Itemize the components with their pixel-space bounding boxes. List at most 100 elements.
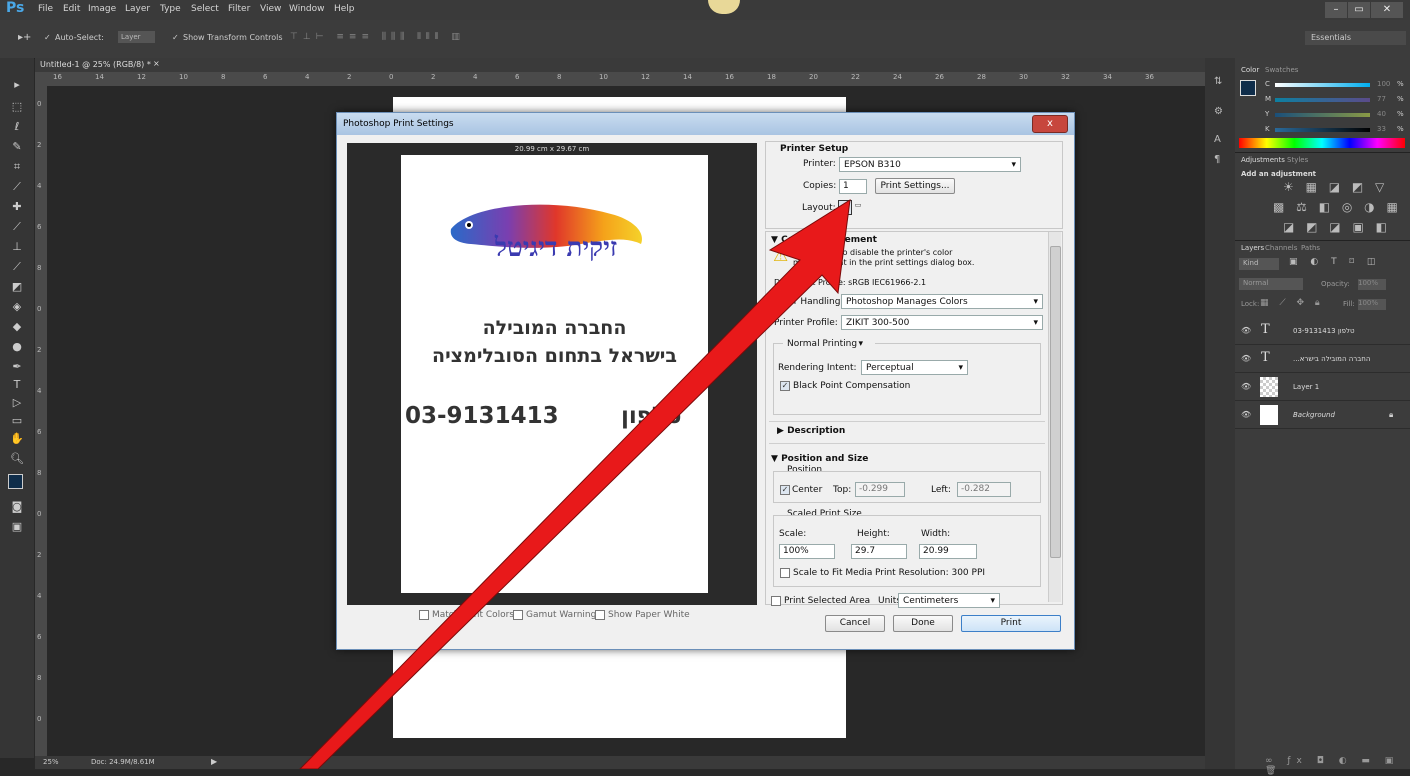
close-tab-icon[interactable]: × — [153, 59, 160, 68]
layer-row[interactable]: 👁︎ T 03-9131413 טלפון — [1235, 318, 1410, 345]
color-management-title[interactable]: ▼ Color Management — [771, 235, 877, 245]
quick-mask-icon[interactable]: ◙ — [10, 500, 24, 514]
close-window-button[interactable]: ✕ — [1371, 2, 1403, 18]
properties-panel-icon[interactable]: ⚙ — [1214, 106, 1223, 117]
layer-name[interactable]: Layer 1 — [1293, 383, 1319, 391]
eraser-tool-icon[interactable]: ◩ — [10, 280, 24, 294]
color-spectrum-ramp[interactable] — [1239, 138, 1405, 148]
auto-select-checkbox[interactable]: ✓ — [44, 33, 51, 42]
workspace-dropdown[interactable]: Essentials — [1305, 31, 1406, 45]
stamp-tool-icon[interactable]: ⊥ — [10, 240, 24, 254]
adjustment-icons-row3[interactable]: ◪ ◩ ◪ ▣ ◧ — [1283, 220, 1391, 234]
visibility-eye-icon[interactable]: 👁︎ — [1241, 326, 1251, 335]
color-c-value[interactable]: 100 — [1377, 80, 1390, 88]
top-field[interactable]: -0.299 — [855, 482, 905, 497]
layer-name[interactable]: 03-9131413 טלפון — [1293, 327, 1355, 335]
color-foreground-swatch[interactable] — [1240, 80, 1256, 96]
units-dropdown[interactable]: Centimeters ▾ — [898, 593, 1000, 608]
menu-edit[interactable]: Edit — [63, 4, 80, 14]
adjustment-icons-row1[interactable]: ☀ ▦ ◪ ◩ ▽ — [1283, 180, 1388, 194]
move-tool-icon[interactable]: ▸ — [10, 78, 24, 92]
menu-image[interactable]: Image — [88, 4, 116, 14]
history-brush-icon[interactable]: ⟋ — [10, 260, 24, 274]
menu-layer[interactable]: Layer — [125, 4, 150, 14]
blur-tool-icon[interactable]: ◆ — [10, 320, 24, 334]
align-icons[interactable]: ⊤⊥⊢ ≡≡≡ ⫼⫼⫼ ⫴⫴⫴ ▥ — [290, 32, 465, 42]
printer-profile-dropdown[interactable]: ZIKIT 300-500 ▾ — [841, 315, 1043, 330]
hand-tool-icon[interactable]: ✋ — [10, 432, 24, 446]
gradient-tool-icon[interactable]: ◈ — [10, 300, 24, 314]
opacity-field[interactable]: 100% — [1358, 279, 1386, 290]
quick-select-tool-icon[interactable]: ✎ — [10, 140, 24, 154]
print-settings-button[interactable]: Print Settings... — [875, 178, 955, 194]
tab-channels[interactable]: Channels — [1265, 244, 1297, 252]
zoom-level[interactable]: 25% — [43, 758, 59, 766]
layer-filter-icons[interactable]: ▣ ◐ T ⌑ ◫ — [1289, 257, 1380, 267]
menu-help[interactable]: Help — [334, 4, 355, 14]
layer-row[interactable]: 👁︎ Background 🔒︎ — [1235, 402, 1410, 429]
done-button[interactable]: Done — [893, 615, 953, 632]
tab-swatches[interactable]: Swatches — [1265, 66, 1298, 74]
visibility-eye-icon[interactable]: 👁︎ — [1241, 382, 1251, 391]
color-m-value[interactable]: 77 — [1377, 95, 1386, 103]
color-k-value[interactable]: 33 — [1377, 125, 1386, 133]
brush-tool-icon[interactable]: ⟋ — [10, 220, 24, 234]
tab-layers[interactable]: Layers — [1241, 244, 1264, 252]
normal-printing-dropdown[interactable]: Normal Printing ▾ — [783, 337, 875, 352]
print-button[interactable]: Print — [961, 615, 1061, 632]
left-field[interactable]: -0.282 — [957, 482, 1011, 497]
fill-field[interactable]: 100% — [1358, 299, 1386, 310]
character-panel-icon[interactable]: A — [1214, 134, 1221, 145]
show-transform-checkbox[interactable]: ✓ — [172, 33, 179, 42]
landscape-layout-icon[interactable]: ▭ — [852, 201, 864, 213]
printer-dropdown[interactable]: EPSON B310 ▾ — [839, 157, 1021, 172]
crop-tool-icon[interactable]: ⌗ — [10, 160, 24, 174]
layer-row[interactable]: 👁︎ T ...החברה המובילה בישרא — [1235, 346, 1410, 373]
color-handling-dropdown[interactable]: Photoshop Manages Colors ▾ — [841, 294, 1043, 309]
layer-row[interactable]: 👁︎ Layer 1 — [1235, 374, 1410, 401]
shape-tool-icon[interactable]: ▭ — [10, 414, 24, 428]
layer-name[interactable]: ...החברה המובילה בישרא — [1293, 355, 1370, 363]
screen-mode-icon[interactable]: ▣ — [10, 520, 24, 534]
layer-filter-kind[interactable]: Kind — [1239, 258, 1279, 270]
menu-select[interactable]: Select — [191, 4, 219, 14]
lock-icons[interactable]: ▦ ⟋ ✥ 🔒︎ — [1260, 298, 1324, 308]
zoom-tool-icon[interactable]: 🔍︎ — [10, 452, 24, 466]
width-field[interactable]: 20.99 — [919, 544, 977, 559]
magenta-slider[interactable] — [1275, 98, 1370, 102]
rendering-intent-dropdown[interactable]: Perceptual ▾ — [861, 360, 968, 375]
scale-field[interactable]: 100% — [779, 544, 835, 559]
cyan-slider[interactable] — [1275, 83, 1370, 87]
yellow-slider[interactable] — [1275, 113, 1370, 117]
position-size-title[interactable]: ▼ Position and Size — [771, 454, 868, 464]
copies-field[interactable]: 1 — [839, 179, 867, 194]
tab-color[interactable]: Color — [1241, 66, 1259, 74]
status-menu-arrow-icon[interactable]: ▶ — [211, 757, 217, 766]
lasso-tool-icon[interactable]: ℓ — [10, 120, 24, 134]
history-panel-icon[interactable]: ⇅ — [1214, 76, 1222, 87]
document-tab[interactable]: Untitled-1 @ 25% (RGB/8) * × — [35, 58, 1205, 72]
foreground-color-swatch[interactable] — [8, 474, 23, 489]
print-selected-area-checkbox[interactable] — [771, 596, 781, 606]
menu-filter[interactable]: Filter — [228, 4, 250, 14]
tab-paths[interactable]: Paths — [1301, 244, 1320, 252]
minimize-button[interactable]: – — [1325, 2, 1347, 18]
tab-styles[interactable]: Styles — [1287, 156, 1308, 164]
blend-mode-dropdown[interactable]: Normal — [1239, 278, 1303, 290]
adjustment-icons-row2[interactable]: ▩ ⚖ ◧ ◎ ◑ ▦ — [1273, 200, 1402, 214]
layer-bottom-icons[interactable]: ∞ ƒx ◘ ◐ ▬ ▣ 🗑︎ — [1265, 756, 1410, 776]
path-select-tool-icon[interactable]: ▷ — [10, 396, 24, 410]
portrait-layout-icon[interactable]: ▯ — [838, 200, 852, 215]
scrollbar-thumb[interactable] — [1050, 246, 1061, 558]
description-title[interactable]: ▶ Description — [777, 426, 845, 436]
visibility-eye-icon[interactable]: 👁︎ — [1241, 354, 1251, 363]
black-slider[interactable] — [1275, 128, 1370, 132]
black-point-checkbox[interactable]: ✓ — [780, 381, 790, 391]
dialog-titlebar[interactable]: Photoshop Print Settings x — [337, 113, 1074, 135]
match-print-colors-checkbox[interactable] — [419, 610, 429, 620]
pen-tool-icon[interactable]: ✒ — [10, 360, 24, 374]
height-field[interactable]: 29.7 — [851, 544, 907, 559]
menu-window[interactable]: Window — [289, 4, 325, 14]
visibility-eye-icon[interactable]: 👁︎ — [1241, 410, 1251, 419]
menu-file[interactable]: File — [38, 4, 53, 14]
